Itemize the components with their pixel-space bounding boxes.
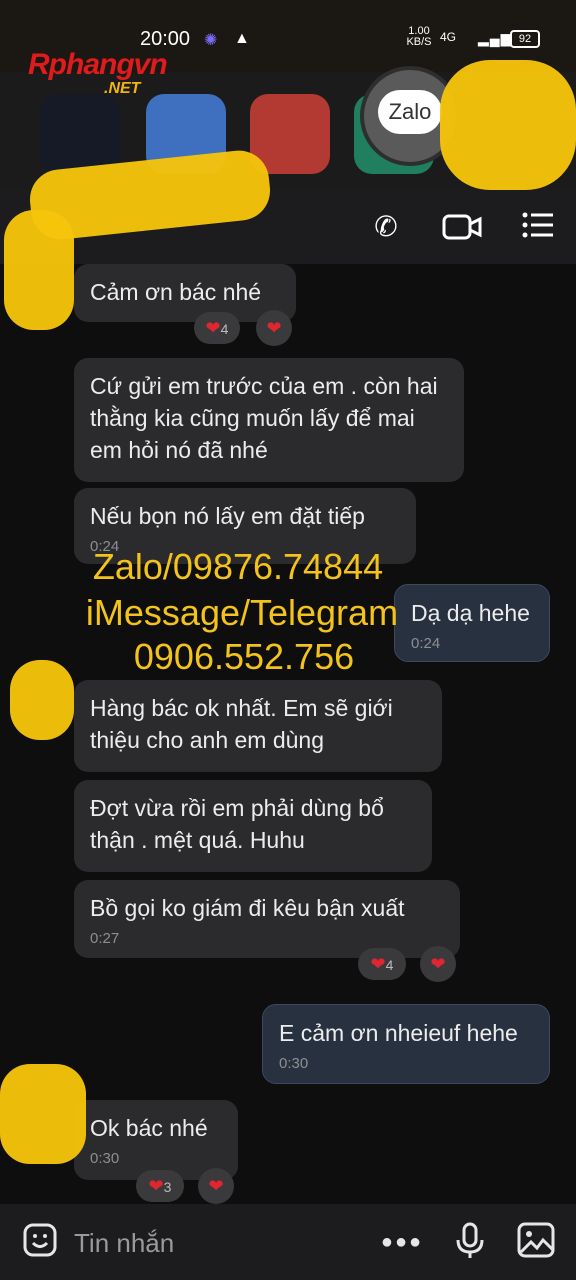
react-heart-button[interactable]: ❤ xyxy=(198,1168,234,1204)
emoji-icon[interactable] xyxy=(20,1222,60,1262)
notification-icon: ✺ xyxy=(204,32,218,49)
image-icon[interactable] xyxy=(516,1222,556,1262)
censor-blob xyxy=(4,210,74,330)
watermark-line: Zalo/09876.74844 xyxy=(92,546,384,587)
react-heart-button[interactable]: ❤ xyxy=(256,310,292,346)
censor-blob xyxy=(0,1064,86,1164)
network-type: 4G xyxy=(440,30,457,44)
chat-area[interactable]: Cảm ơn bác nhé ❤4 ❤ Cứ gửi em trước của … xyxy=(0,264,576,1204)
reaction-count[interactable]: ❤4 xyxy=(194,312,240,344)
message-input-bar: ●●● xyxy=(0,1204,576,1280)
heart-icon: ❤ xyxy=(148,1176,164,1196)
watermark-line: iMessage/Telegram xyxy=(85,592,399,633)
heart-icon: ❤ xyxy=(370,954,386,974)
video-icon[interactable] xyxy=(442,210,482,244)
signal-icon: ▂▄▆ xyxy=(478,30,513,46)
net-speed: 1.00 KB/S xyxy=(406,25,432,48)
site-logo-sub: .NET xyxy=(104,80,141,97)
message-time: 0:27 xyxy=(90,930,120,947)
reaction-count[interactable]: ❤3 xyxy=(136,1170,184,1202)
message-text: E cảm ơn nheieuf hehe xyxy=(279,1020,518,1046)
message-text: Bồ gọi ko giám đi kêu bận xuất xyxy=(90,895,405,921)
zalo-label: Zalo xyxy=(378,90,442,134)
clock-app-icon xyxy=(40,94,120,174)
message-bubble[interactable]: Cứ gửi em trước của em . còn hai thằng k… xyxy=(74,358,464,482)
message-bubble[interactable]: Bồ gọi ko giám đi kêu bận xuất 0:27 xyxy=(74,880,460,958)
message-input[interactable] xyxy=(72,1224,356,1262)
message-time: 0:30 xyxy=(279,1055,309,1072)
watermark-line: 0906.552.756 xyxy=(133,636,355,677)
warning-icon: ▲ xyxy=(234,30,250,47)
message-bubble[interactable]: Hàng bác ok nhất. Em sẽ giới thiệu cho a… xyxy=(74,680,442,772)
message-text: Hàng bác ok nhất. Em sẽ giới thiệu cho a… xyxy=(90,695,393,753)
censor-blob xyxy=(440,60,576,190)
message-text: Đợt vừa rồi em phải dùng bổ thận . mệt q… xyxy=(90,795,384,853)
my-message-bubble[interactable]: E cảm ơn nheieuf hehe 0:30 xyxy=(262,1004,550,1084)
message-time: 0:30 xyxy=(90,1150,120,1167)
message-text: Ok bác nhé xyxy=(90,1115,208,1141)
microphone-icon[interactable] xyxy=(450,1222,490,1262)
react-heart-button[interactable]: ❤ xyxy=(420,946,456,982)
message-text: Cứ gửi em trước của em . còn hai thằng k… xyxy=(90,373,438,463)
site-logo: Rphangvn xyxy=(28,48,168,81)
battery-icon: 92 xyxy=(510,30,540,48)
message-bubble[interactable]: Đợt vừa rồi em phải dùng bổ thận . mệt q… xyxy=(74,780,432,872)
heart-icon: ❤ xyxy=(205,318,221,338)
reaction-count[interactable]: ❤4 xyxy=(358,948,406,980)
message-text: Cảm ơn bác nhé xyxy=(90,279,262,305)
list-menu-icon[interactable] xyxy=(520,210,556,244)
phone-icon[interactable]: ✆ xyxy=(368,210,404,244)
more-options-icon[interactable]: ●●● xyxy=(380,1222,424,1262)
message-text: Nếu bọn nó lấy em đặt tiếp xyxy=(90,503,365,529)
